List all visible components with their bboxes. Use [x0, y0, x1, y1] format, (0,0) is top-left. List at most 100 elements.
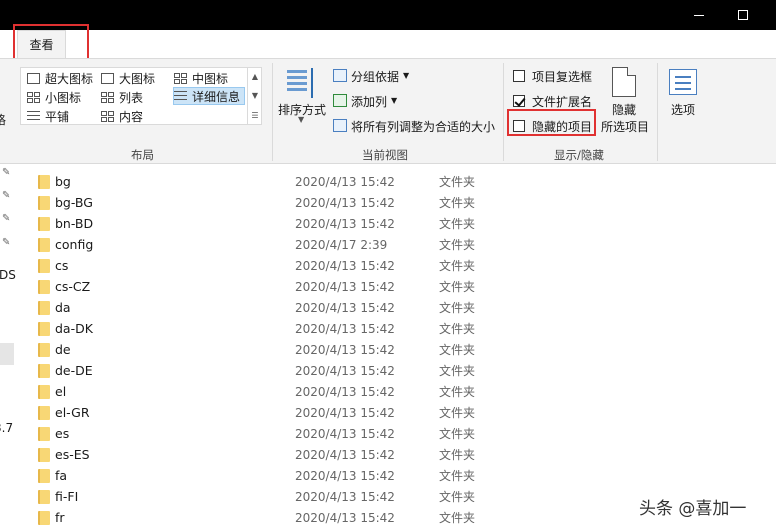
file-row[interactable]: el 2020/4/13 15:42 文件夹	[14, 381, 776, 402]
layout-item-label: 列表	[119, 90, 144, 105]
file-name: el-GR	[55, 405, 90, 420]
options-button[interactable]: 选项	[671, 101, 695, 118]
hidden-items-checkbox[interactable]	[513, 120, 525, 132]
scroll-up-icon[interactable]: ▲	[252, 72, 258, 81]
file-type: 文件夹	[439, 490, 476, 504]
layout-list[interactable]: 列表	[101, 88, 143, 106]
maximize-button[interactable]	[720, 0, 766, 30]
file-row[interactable]: de 2020/4/13 15:42 文件夹	[14, 339, 776, 360]
item-checkboxes-label: 项目复选框	[532, 70, 593, 84]
group-label-show-hide: 显示/隐藏	[554, 148, 604, 162]
file-date: 2020/4/13 15:42	[295, 300, 395, 315]
folder-icon	[38, 301, 50, 315]
file-name: bn-BD	[55, 216, 94, 231]
minimize-button[interactable]	[676, 0, 722, 30]
group-label-current-view: 当前视图	[362, 148, 408, 162]
file-row[interactable]: el-GR 2020/4/13 15:42 文件夹	[14, 402, 776, 423]
file-name: fi-FI	[55, 489, 79, 504]
hide-selected-button[interactable]: 隐藏	[612, 101, 636, 118]
hide-selected-icon	[612, 67, 636, 97]
group-by-button[interactable]: 分组依据	[351, 68, 399, 85]
layout-item-label: 超大图标	[45, 71, 94, 86]
file-type: 文件夹	[439, 217, 476, 231]
layout-details[interactable]: 详细信息	[173, 87, 246, 105]
layout-extra-large-icons[interactable]: 超大图标	[27, 69, 93, 87]
scroll-down-icon[interactable]: ▼	[252, 91, 258, 100]
file-extensions-checkbox[interactable]	[513, 95, 525, 107]
layout-small-icons[interactable]: 小图标	[27, 88, 81, 106]
navigation-pane: ✎ ✎ ✎ ✎ DS 3.7	[0, 165, 16, 532]
layout-tiles[interactable]: 平铺	[27, 107, 69, 125]
file-name: cs-CZ	[55, 279, 91, 294]
file-name: bg-BG	[55, 195, 93, 210]
nav-item-selected[interactable]	[0, 343, 14, 365]
ribbon-separator	[657, 63, 658, 161]
file-name: es-ES	[55, 447, 90, 462]
layout-content[interactable]: 内容	[101, 107, 143, 125]
folder-icon	[38, 385, 50, 399]
folder-icon	[38, 406, 50, 420]
file-row[interactable]: es-ES 2020/4/13 15:42 文件夹	[14, 444, 776, 465]
file-date: 2020/4/13 15:42	[295, 405, 395, 420]
expand-gallery-icon[interactable]: ☰	[251, 111, 258, 120]
folder-icon	[38, 175, 50, 189]
tab-view[interactable]: 查看	[17, 30, 66, 58]
small-icons-icon	[27, 91, 40, 103]
folder-icon	[38, 364, 50, 378]
file-date: 2020/4/13 15:42	[295, 174, 395, 189]
file-type: 文件夹	[439, 322, 476, 336]
group-by-dropdown-icon: ▼	[403, 71, 410, 80]
tab-view-label: 查看	[29, 38, 54, 52]
folder-icon	[38, 322, 50, 336]
file-row[interactable]: fa 2020/4/13 15:42 文件夹	[14, 465, 776, 486]
ribbon: 格 超大图标 大图标 中图标 小图标 列表 详细信息 平铺 内容 ▲ ▼ ☰ 布…	[0, 58, 776, 164]
file-date: 2020/4/13 15:42	[295, 363, 395, 378]
details-icon	[174, 90, 187, 102]
folder-icon	[38, 490, 50, 504]
folder-icon	[38, 343, 50, 357]
maximize-icon	[738, 10, 748, 20]
file-type: 文件夹	[439, 301, 476, 315]
item-checkboxes-checkbox[interactable]	[513, 70, 525, 82]
hide-selected-button-line2[interactable]: 所选项目	[601, 118, 649, 135]
file-date: 2020/4/13 15:42	[295, 384, 395, 399]
file-type: 文件夹	[439, 469, 476, 483]
file-row[interactable]: cs-CZ 2020/4/13 15:42 文件夹	[14, 276, 776, 297]
sort-by-icon	[287, 68, 317, 98]
add-column-icon	[333, 94, 347, 107]
file-row[interactable]: da 2020/4/13 15:42 文件夹	[14, 297, 776, 318]
file-row[interactable]: bn-BD 2020/4/13 15:42 文件夹	[14, 213, 776, 234]
layout-large-icons[interactable]: 大图标	[101, 69, 155, 87]
file-row[interactable]: bg 2020/4/13 15:42 文件夹	[14, 171, 776, 192]
file-row[interactable]: da-DK 2020/4/13 15:42 文件夹	[14, 318, 776, 339]
file-date: 2020/4/13 15:42	[295, 489, 395, 504]
file-type: 文件夹	[439, 385, 476, 399]
content-icon	[101, 110, 114, 122]
layout-item-label: 内容	[119, 109, 144, 124]
layout-gallery-scroller[interactable]: ▲ ▼ ☰	[247, 67, 262, 125]
add-column-button[interactable]: 添加列	[351, 93, 387, 110]
layout-item-label: 小图标	[45, 90, 82, 105]
file-type: 文件夹	[439, 511, 476, 525]
file-row[interactable]: bg-BG 2020/4/13 15:42 文件夹	[14, 192, 776, 213]
file-date: 2020/4/13 15:42	[295, 510, 395, 525]
nav-item-cut[interactable]: 3.7	[0, 421, 13, 435]
layout-medium-icons[interactable]: 中图标	[174, 69, 228, 87]
file-type: 文件夹	[439, 259, 476, 273]
layout-item-label: 大图标	[119, 71, 156, 86]
fit-columns-button[interactable]: 将所有列调整为合适的大小	[351, 118, 495, 135]
file-date: 2020/4/13 15:42	[295, 216, 395, 231]
file-name: de	[55, 342, 71, 357]
title-bar	[0, 0, 776, 30]
layout-item-label: 平铺	[45, 109, 70, 124]
fit-columns-icon	[333, 119, 347, 132]
file-row[interactable]: de-DE 2020/4/13 15:42 文件夹	[14, 360, 776, 381]
file-name: da-DK	[55, 321, 93, 336]
file-row[interactable]: config 2020/4/17 2:39 文件夹	[14, 234, 776, 255]
file-name: de-DE	[55, 363, 93, 378]
file-row[interactable]: cs 2020/4/13 15:42 文件夹	[14, 255, 776, 276]
file-row[interactable]: es 2020/4/13 15:42 文件夹	[14, 423, 776, 444]
file-date: 2020/4/17 2:39	[295, 237, 388, 252]
file-type: 文件夹	[439, 196, 476, 210]
file-name: es	[55, 426, 70, 441]
